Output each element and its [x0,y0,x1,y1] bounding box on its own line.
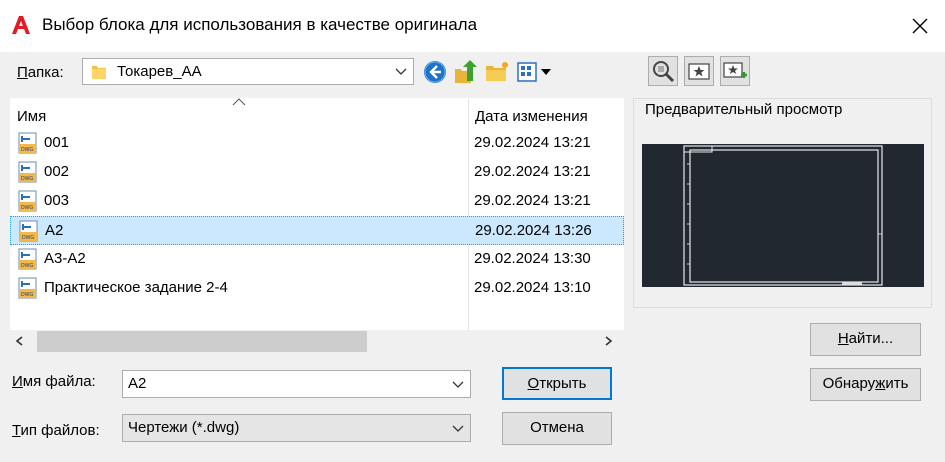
open-button[interactable]: Открыть [502,367,612,400]
file-name: 002 [44,163,70,180]
file-name: Практическое задание 2-4 [44,279,228,296]
filename-label: Имя файла: [12,373,96,390]
favorites-icon [688,63,710,80]
dwg-file-icon: DWG [18,161,37,183]
filetype-dropdown[interactable]: Чертежи (*.dwg) [122,414,471,442]
column-header-name[interactable]: Имя [17,108,46,125]
chevron-down-icon[interactable] [452,379,464,389]
back-icon[interactable] [422,59,448,85]
chevron-down-icon[interactable] [395,66,407,76]
svg-text:DWG: DWG [22,235,34,241]
filetype-value: Чертежи (*.dwg) [128,419,240,436]
filetype-label: Тип файлов: [12,422,100,439]
folder-dropdown[interactable]: Токарев_АА [82,58,414,85]
file-row-selected[interactable]: DWG A2 29.02.2024 13:26 [10,216,624,245]
dwg-file-icon: DWG [18,248,37,270]
folder-icon [92,66,106,79]
close-icon[interactable] [906,12,934,40]
horizontal-scrollbar[interactable] [10,330,624,353]
file-row[interactable]: DWG Практическое задание 2-4 29.02.2024 … [10,274,624,303]
file-name: A3-A2 [44,250,86,267]
file-row[interactable]: DWG 002 29.02.2024 13:21 [10,158,624,187]
scrollbar-thumb[interactable] [37,331,367,352]
scroll-left-icon[interactable] [14,335,26,347]
tree-view-icon [653,61,675,83]
svg-text:DWG: DWG [21,292,33,298]
file-name: 003 [44,192,70,209]
svg-text:DWG: DWG [21,176,33,182]
file-row[interactable]: DWG A3-A2 29.02.2024 13:30 [10,245,624,274]
dwg-file-icon: DWG [18,190,37,212]
chevron-down-icon[interactable] [452,423,464,433]
favorites-button[interactable] [684,56,714,86]
svg-text:DWG: DWG [21,205,33,211]
file-row[interactable]: DWG 001 29.02.2024 13:21 [10,129,624,158]
file-date: 29.02.2024 13:21 [474,163,591,180]
file-date: 29.02.2024 13:30 [474,250,591,267]
add-favorite-icon [723,62,747,78]
file-list[interactable]: Имя Дата изменения DWG 001 29.02.2024 13… [10,98,624,330]
filename-input[interactable]: A2 [122,370,471,398]
dwg-file-icon: DWG [18,277,37,299]
file-date: 29.02.2024 13:21 [474,134,591,151]
dwg-file-icon: DWG [19,220,38,242]
file-name: 001 [44,134,70,151]
file-date: 29.02.2024 13:26 [475,222,592,239]
cancel-button[interactable]: Отмена [502,412,612,445]
column-header-date[interactable]: Дата изменения [475,108,588,125]
add-favorite-button[interactable] [720,56,750,86]
file-name: A2 [45,222,64,239]
window-title: Выбор блока для использования в качестве… [42,15,478,34]
views-icon[interactable] [515,59,559,85]
folder-value: Токарев_АА [117,63,202,80]
locate-button[interactable]: Обнаружить [810,368,921,401]
up-folder-icon[interactable] [453,59,479,85]
sort-ascending-icon [232,98,246,106]
find-button[interactable]: Найти... [810,323,921,356]
file-date: 29.02.2024 13:10 [474,279,591,296]
block-preview-image [642,144,924,287]
svg-text:DWG: DWG [21,147,33,153]
autocad-logo-icon [12,16,30,34]
tree-view-button[interactable] [648,56,678,86]
scroll-right-icon[interactable] [602,335,614,347]
preview-label: Предварительный просмотр [643,101,845,118]
svg-text:DWG: DWG [21,263,33,269]
file-row[interactable]: DWG 003 29.02.2024 13:21 [10,187,624,216]
new-folder-icon[interactable] [484,59,510,85]
dwg-file-icon: DWG [18,132,37,154]
filename-value: A2 [128,375,147,392]
folder-label: Папка: [17,64,64,81]
file-date: 29.02.2024 13:21 [474,192,591,209]
